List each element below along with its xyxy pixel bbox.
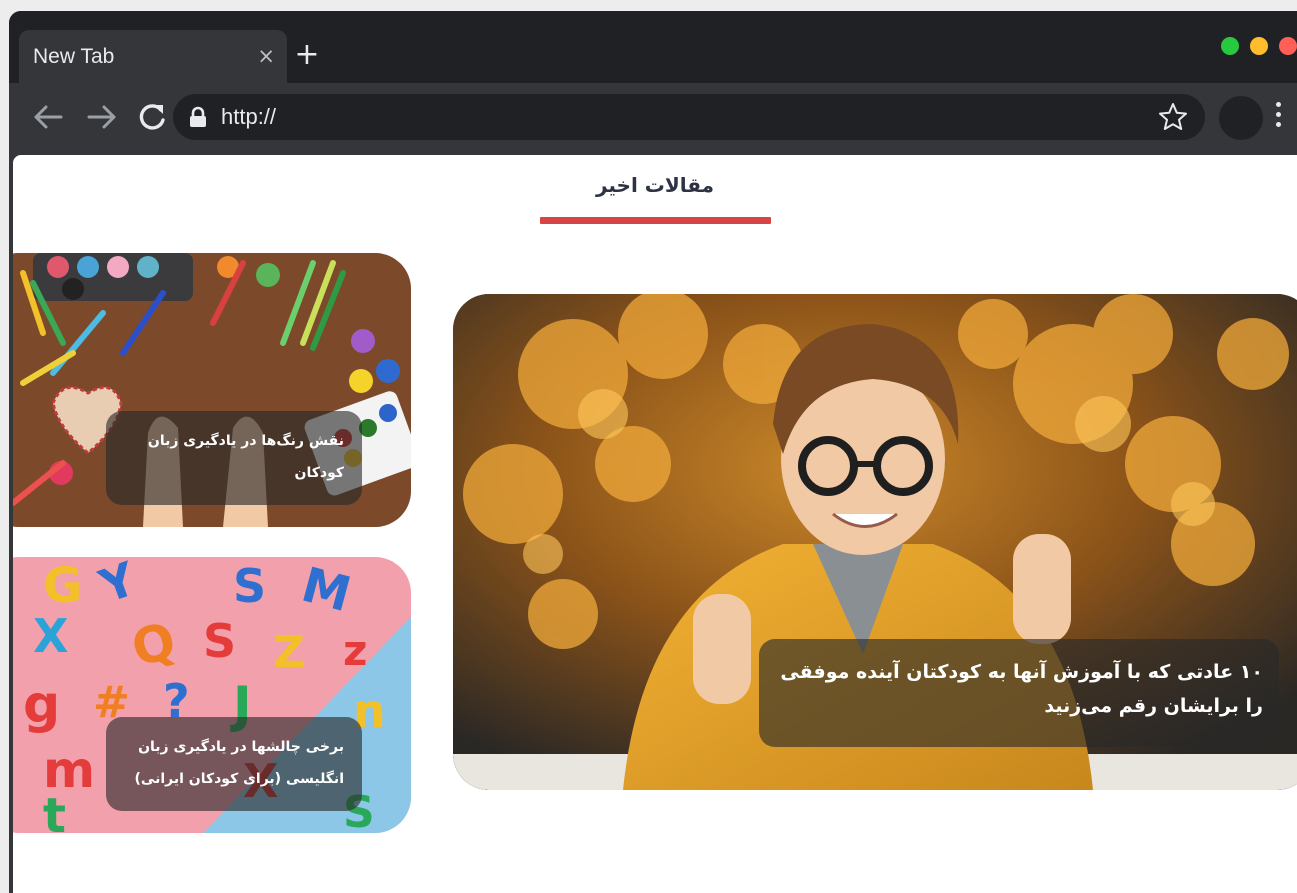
title-underline	[540, 217, 771, 224]
tab-close-icon[interactable]: ×	[257, 44, 275, 68]
close-window-button[interactable]	[1279, 37, 1297, 55]
article-card-colors[interactable]: نقش رنگ‌ها در یادگیری زبان کودکان	[13, 253, 411, 527]
svg-text:S: S	[233, 559, 266, 613]
article-card-english[interactable]: G Y S M X Q S Z z g # ? J n m X t	[13, 557, 411, 833]
profile-avatar[interactable]	[1219, 96, 1263, 140]
maximize-button[interactable]	[1221, 37, 1239, 55]
star-icon[interactable]	[1157, 101, 1189, 133]
new-tab-button[interactable]: +	[292, 40, 322, 71]
featured-article-card[interactable]: ۱۰ عادتی که با آموزش آنها به کودکتان آین…	[453, 294, 1297, 790]
svg-text:S: S	[203, 614, 236, 668]
kebab-menu-icon[interactable]	[1271, 99, 1285, 139]
url-text: http://	[221, 104, 277, 129]
tab-strip: New Tab × +	[9, 11, 1297, 83]
browser-window: New Tab × + http:// مقالات اخیر ۱۰ عادتی…	[9, 11, 1297, 893]
reload-icon[interactable]	[131, 96, 173, 138]
tab-new-tab[interactable]: New Tab ×	[19, 30, 287, 83]
article-title-colors: نقش رنگ‌ها در یادگیری زبان کودکان	[106, 411, 362, 505]
web-page: مقالات اخیر ۱۰ عادتی که با آموزش آنها به…	[13, 155, 1297, 893]
address-bar[interactable]: http://	[173, 94, 1205, 140]
svg-text:G: G	[43, 558, 82, 614]
section-title: مقالات اخیر	[595, 173, 715, 197]
forward-arrow-icon[interactable]	[81, 96, 123, 138]
article-title-english: برخی چالشها در یادگیری زبان انگلیسی (برا…	[106, 717, 362, 811]
featured-article-title: ۱۰ عادتی که با آموزش آنها به کودکتان آین…	[759, 639, 1279, 747]
back-arrow-icon[interactable]	[27, 96, 69, 138]
lock-icon	[190, 106, 206, 127]
svg-text:g: g	[23, 675, 60, 735]
svg-text:z: z	[343, 626, 367, 675]
svg-text:X: X	[33, 609, 68, 663]
svg-text:t: t	[43, 788, 66, 833]
minimize-button[interactable]	[1250, 37, 1268, 55]
browser-toolbar: http://	[9, 83, 1297, 155]
svg-text:Z: Z	[273, 627, 305, 678]
tab-title: New Tab	[33, 45, 115, 68]
window-controls	[1221, 37, 1297, 55]
